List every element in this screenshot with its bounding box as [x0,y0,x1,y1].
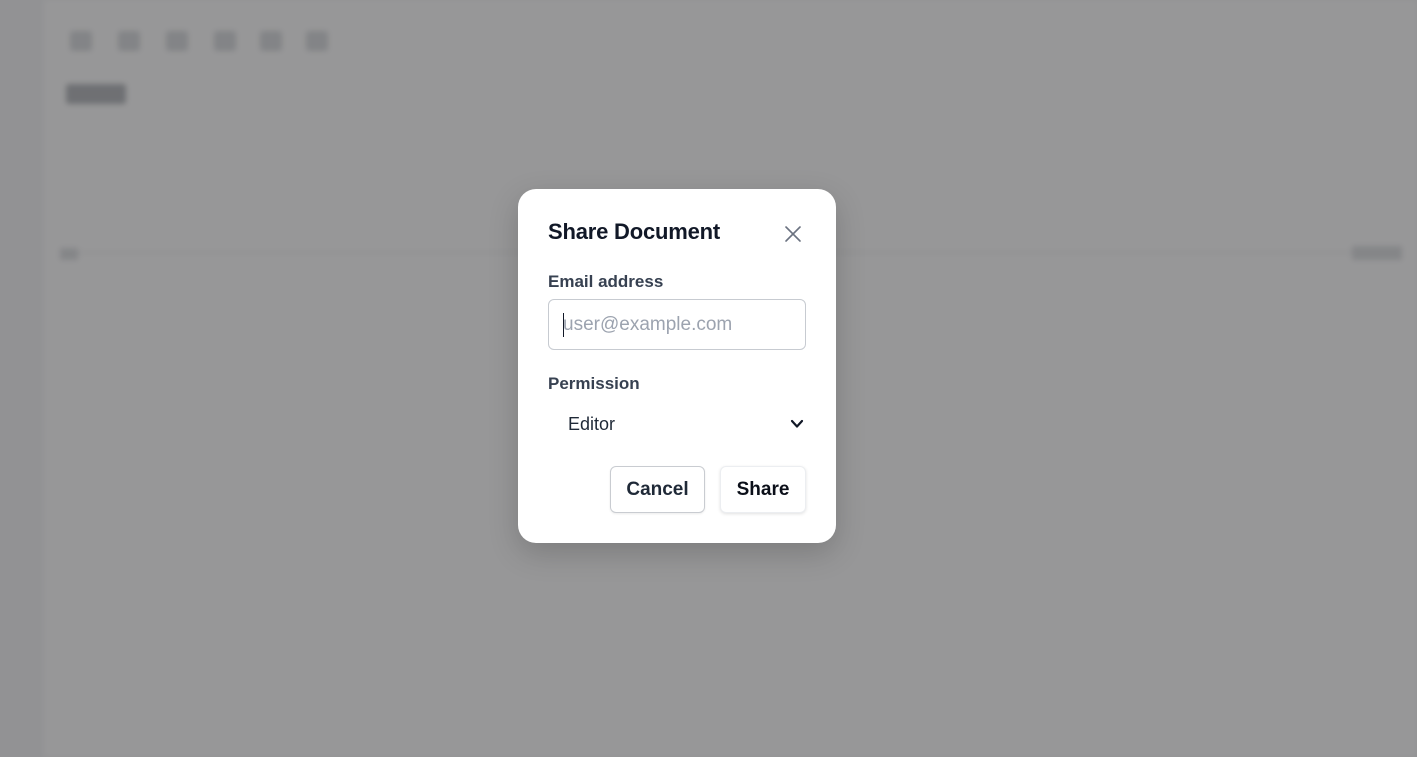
email-label: Email address [548,272,664,291]
close-button[interactable] [782,223,804,245]
dialog-title: Share Document [548,219,721,244]
share-button[interactable]: Share [720,466,806,513]
share-dialog: Share Document Email address Permission … [518,189,836,543]
permission-label: Permission [548,374,640,393]
permission-select[interactable]: Editor [548,403,806,445]
chevron-down-icon [790,419,804,428]
cancel-button[interactable]: Cancel [610,466,705,513]
text-cursor [563,313,564,337]
permission-selected-value: Editor [568,414,616,434]
app-window: Share Document Email address Permission … [0,0,1417,757]
email-input[interactable] [548,299,806,350]
close-icon [785,226,801,242]
